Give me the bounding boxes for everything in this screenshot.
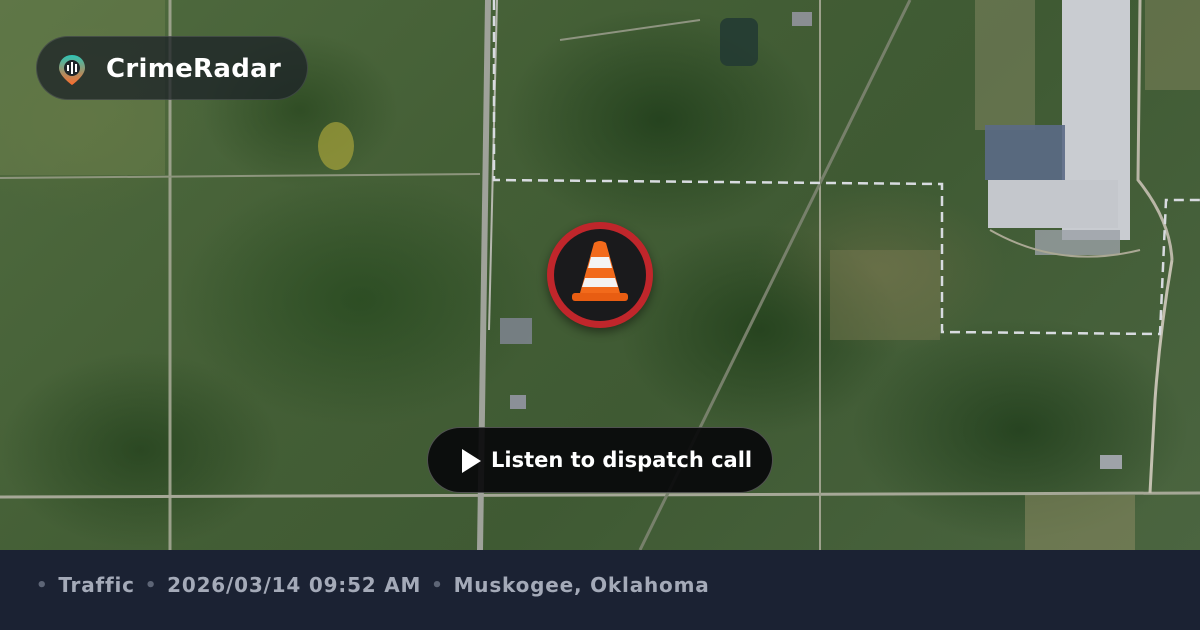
brand-name: CrimeRadar [106, 54, 282, 84]
play-icon [462, 449, 481, 473]
incident-marker[interactable] [547, 222, 653, 328]
traffic-cone-icon [572, 241, 628, 301]
incident-location: Muskogee, Oklahoma [453, 573, 710, 597]
separator-dot: • [431, 574, 444, 596]
separator-dot: • [144, 574, 158, 596]
field-patch [1145, 0, 1200, 90]
radar-pin-icon [59, 55, 85, 85]
warehouse-building [988, 180, 1118, 228]
listen-button-label: Listen to dispatch call [491, 448, 753, 472]
field-patch [975, 0, 1035, 130]
parking-lot [985, 125, 1065, 180]
pond [720, 18, 758, 66]
building [510, 395, 526, 409]
building [1100, 455, 1122, 469]
field-patch [318, 122, 354, 170]
field-patch [830, 250, 940, 340]
incident-category: Traffic [58, 573, 135, 597]
field-patch [1025, 495, 1135, 550]
building [792, 12, 812, 26]
parking-lot [1035, 230, 1120, 255]
brand-logo[interactable]: CrimeRadar [36, 36, 308, 100]
building [500, 318, 532, 344]
separator-dot: • [36, 574, 49, 596]
incident-datetime: 2026/03/14 09:52 AM [167, 573, 422, 597]
road [0, 491, 1200, 499]
listen-dispatch-button[interactable]: Listen to dispatch call [427, 427, 773, 493]
incident-meta: • Traffic • 2026/03/14 09:52 AM • Muskog… [36, 573, 720, 597]
road [559, 19, 701, 41]
